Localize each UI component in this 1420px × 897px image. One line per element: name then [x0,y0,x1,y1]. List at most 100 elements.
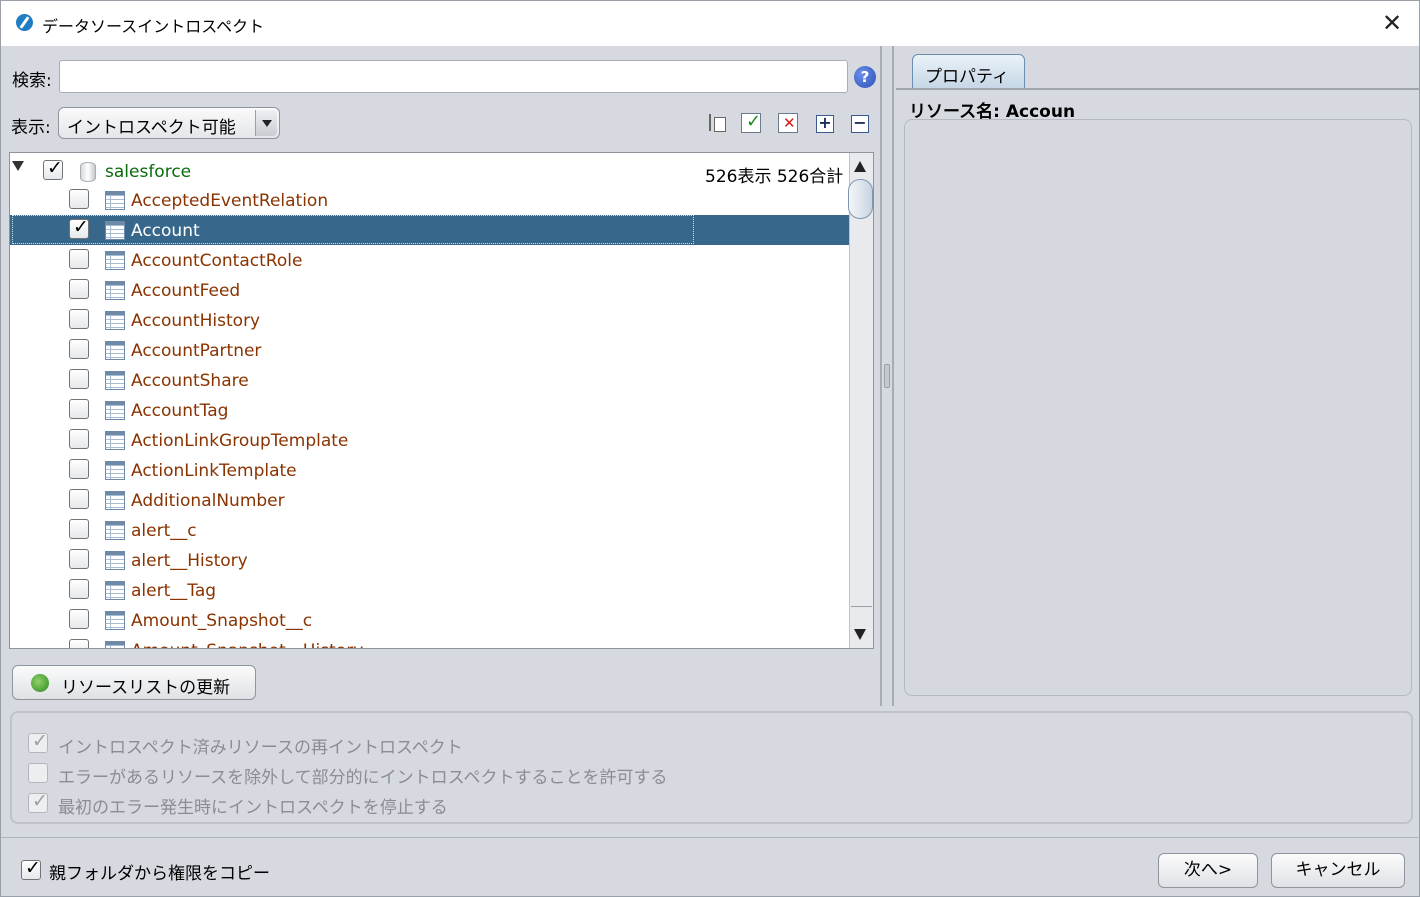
tab-properties-label: プロパティ [925,67,1009,87]
help-icon[interactable]: ? [854,66,876,88]
tree-item-label: AdditionalNumber [131,491,285,511]
tree-item-label: alert__Tag [131,581,217,601]
tree-item[interactable]: AccountPartner [10,335,850,365]
tree-item-checkbox[interactable] [69,249,89,269]
cancel-button[interactable]: キャンセル [1271,853,1405,888]
tree-item-checkbox[interactable] [69,399,89,419]
table-icon [105,521,125,540]
copy-permissions-checkbox[interactable] [21,857,41,880]
collapse-all-icon[interactable]: − [851,115,869,133]
tree-item-checkbox[interactable] [69,609,89,629]
properties-panel [904,119,1412,696]
tree-item-checkbox[interactable] [69,189,89,209]
window-title: データソースイントロスペクト [42,17,265,36]
table-icon [105,371,125,390]
tree-item-label: AccountContactRole [131,251,303,271]
table-icon [105,461,125,480]
tree-item-label: AccountHistory [131,311,261,331]
option-stop-on-error-checkbox [28,790,48,813]
tree-item-checkbox[interactable] [69,549,89,569]
tree-item[interactable]: Account [10,215,850,245]
copy-permissions-label[interactable]: 親フォルダから権限をコピー [49,859,270,884]
tree-item-checkbox[interactable] [69,369,89,389]
tree-item[interactable]: AccountContactRole [10,245,850,275]
tree-item-label: AccountPartner [131,341,262,361]
root-checkbox[interactable] [43,157,63,180]
tree-item[interactable]: alert__History [10,545,850,575]
tree-item[interactable]: AccountFeed [10,275,850,305]
tree-item-checkbox[interactable] [69,579,89,599]
tree-item-checkbox[interactable] [69,489,89,509]
tree-item[interactable]: alert__c [10,515,850,545]
option-reintrospect-label: イントロスペクト済みリソースの再イントロスペクト [58,738,463,758]
footer-divider [1,837,1419,838]
tree-item-checkbox[interactable] [69,639,89,648]
tree-item-label: ActionLinkTemplate [131,461,297,481]
pane-splitter[interactable] [880,46,894,706]
tab-properties[interactable]: プロパティ [912,54,1025,89]
refresh-resource-list-button[interactable]: リソースリストの更新 [12,665,256,700]
table-icon [105,341,125,360]
table-icon [105,551,125,570]
scroll-thumb[interactable] [848,179,873,219]
tree-root-row[interactable]: salesforce 526表示 526合計 [10,155,850,187]
tree-item[interactable]: Amount_Snapshot__History [10,635,850,648]
option-partial-introspect-checkbox [28,763,48,783]
app-icon [16,14,33,31]
tree-item-checkbox[interactable] [69,519,89,539]
expand-all-icon[interactable]: + [816,115,834,133]
table-icon [105,401,125,420]
table-icon [105,251,125,270]
tree-item[interactable]: AccountHistory [10,305,850,335]
next-button[interactable]: 次へ> [1158,853,1258,888]
tree-item[interactable]: AccountTag [10,395,850,425]
uncheck-all-icon[interactable]: ✕ [778,113,798,133]
resource-count: 526表示 526合計 [705,167,844,187]
tree-item-checkbox[interactable] [69,216,89,239]
tree-item[interactable]: AdditionalNumber [10,485,850,515]
tree-item[interactable]: AccountShare [10,365,850,395]
scroll-down-icon[interactable] [854,629,866,640]
tree-item-label: AccountFeed [131,281,241,301]
tree-item[interactable]: AcceptedEventRelation [10,185,850,215]
vertical-scrollbar[interactable] [848,153,873,648]
scroll-up-icon[interactable] [854,161,866,172]
option-stop-on-error-label: 最初のエラー発生時にイントロスペクトを停止する [58,798,448,818]
tree-item-checkbox[interactable] [69,459,89,479]
refresh-icon [31,674,49,692]
tree-view-icon[interactable] [706,113,726,133]
tree-item-checkbox[interactable] [69,339,89,359]
tree-item-label: alert__History [131,551,248,571]
chevron-down-icon[interactable] [255,110,277,136]
tree-item[interactable]: alert__Tag [10,575,850,605]
introspect-dialog: データソースイントロスペクト ✕ 検索: ? 表示: イントロスペクト可能 ✓ … [0,0,1420,897]
close-icon[interactable]: ✕ [1379,9,1405,37]
table-icon [105,221,125,240]
view-select[interactable]: イントロスペクト可能 [58,107,280,139]
option-reintrospect-checkbox [28,730,48,753]
expand-arrow-icon[interactable] [12,161,24,171]
splitter-grip[interactable] [884,364,890,388]
view-label: 表示: [11,118,51,138]
table-icon [105,431,125,450]
tree-item-checkbox[interactable] [69,429,89,449]
database-icon [80,162,96,182]
table-icon [105,581,125,600]
table-icon [105,191,125,210]
resource-tree: salesforce 526表示 526合計 AcceptedEventRela… [9,152,874,649]
tree-item-checkbox[interactable] [69,309,89,329]
search-input[interactable] [59,60,848,93]
tree-item-checkbox[interactable] [69,279,89,299]
table-icon [105,281,125,300]
tree-item-label: Amount_Snapshot__c [131,611,313,631]
view-select-value: イントロスペクト可能 [67,118,236,138]
tree-item[interactable]: ActionLinkTemplate [10,455,850,485]
tree-item-label: Amount_Snapshot__History [131,641,363,648]
tree-item-label: AcceptedEventRelation [131,191,329,211]
table-icon [105,311,125,330]
tree-item-label: Account [131,221,200,241]
check-all-icon[interactable]: ✓ [741,111,761,133]
tree-item[interactable]: Amount_Snapshot__c [10,605,850,635]
refresh-button-label: リソースリストの更新 [61,678,231,698]
tree-item[interactable]: ActionLinkGroupTemplate [10,425,850,455]
